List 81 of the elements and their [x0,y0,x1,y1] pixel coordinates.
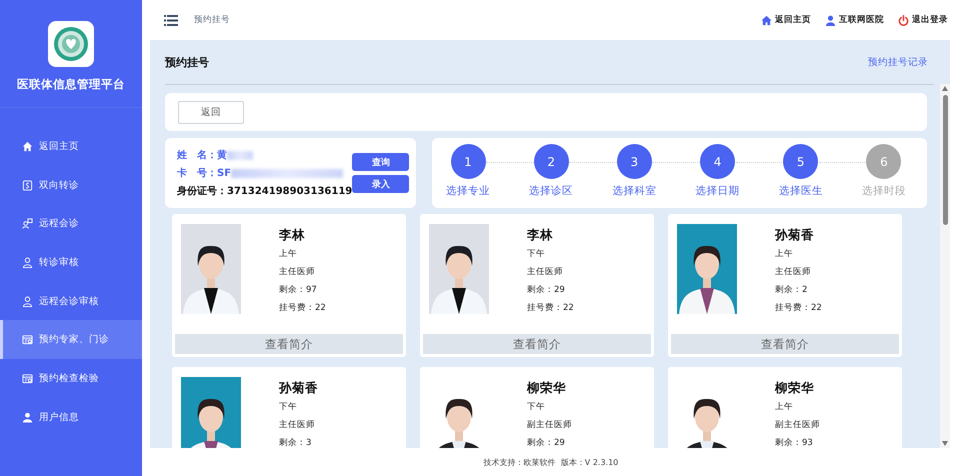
id-number: 371324198903136119 [227,186,352,196]
doctor-name: 孙菊香 [775,226,815,244]
header-link[interactable]: 互联网医院 [839,14,884,26]
doctor-title: 主任医师 [279,418,316,432]
field-label: 身份证号： [177,184,227,198]
breadcrumb: 预约挂号 [194,14,230,26]
doctor-name: 柳荣华 [527,379,567,397]
user-icon [825,14,836,26]
sidebar-item[interactable]: 转诊审核 [0,243,142,282]
app-title: 医联体信息管理平台 [17,77,125,92]
back-button[interactable]: 返回 [178,100,244,124]
enter-button[interactable]: 录入 [352,175,410,193]
sidebar-item[interactable]: 预约专家、门诊 [0,320,142,360]
menu-icon[interactable] [164,14,178,26]
remaining-text: 剩余：2 [775,284,808,297]
user-icon [22,296,33,307]
remaining-text: 剩余：29 [527,437,566,448]
calendar-icon [22,372,33,384]
redaction-blur [227,150,253,160]
step-label: 选择科室 [612,184,656,198]
step-label: 选择医生 [778,184,823,198]
scrollbar[interactable] [940,84,950,448]
step-circle[interactable]: 1 [450,144,486,179]
card-number: SF [217,168,232,178]
step-label: 选择时段 [862,184,906,198]
footer-text: 技术支持：欧莱软件 版本：V 2.3.10 [482,456,620,468]
session-text: 下午 [279,401,298,414]
view-profile-button[interactable]: 查看简介 [423,334,651,354]
user-icon [22,256,33,268]
sidebar-item[interactable]: 预约检查检验 [0,359,142,398]
view-profile-button[interactable]: 查看简介 [175,334,403,354]
home-icon [761,14,772,26]
doctor-title: 副主任医师 [775,418,820,432]
remaining-text: 剩余：97 [279,284,318,297]
calendar-icon [22,334,33,346]
step-label: 选择专业 [446,184,490,198]
doctor-name: 孙菊香 [279,379,318,397]
logo-icon [48,21,94,67]
view-profile-button[interactable]: 查看简介 [671,334,899,354]
session-text: 下午 [527,401,546,414]
record-link[interactable]: 预约挂号记录 [868,56,928,68]
step-label: 选择诊区 [529,184,574,198]
users-icon [22,218,33,230]
session-text: 上午 [775,248,794,261]
step-circle[interactable]: 4 [700,144,736,179]
doctor-name: 李林 [279,226,306,244]
remaining-text: 剩余：93 [775,437,814,448]
query-button[interactable]: 查询 [352,153,410,171]
doctor-title: 主任医师 [775,266,812,279]
remaining-text: 剩余：29 [527,284,566,297]
header-link[interactable]: 返回主页 [775,14,811,26]
sidebar-item[interactable]: 双向转诊 [0,166,142,204]
home-icon [22,140,33,152]
sidebar-item[interactable]: 远程会诊 [0,204,142,244]
page-title: 预约挂号 [165,54,209,70]
doctor-name: 柳荣华 [775,379,815,397]
sidebar-item[interactable]: 返回主页 [0,127,142,166]
step-circle[interactable]: 5 [783,144,818,179]
fee-text: 挂号费：22 [775,302,822,315]
session-text: 下午 [527,248,546,261]
field-label: 姓 名： [177,148,217,162]
doctor-name: 李林 [527,226,554,244]
document-icon [22,180,33,191]
session-text: 上午 [775,401,794,414]
fee-text: 挂号费：22 [527,302,574,315]
fee-text: 挂号费：22 [279,302,326,315]
step-circle[interactable]: 3 [616,144,652,179]
sidebar-item[interactable]: 远程会诊审核 [0,282,142,320]
doctor-title: 副主任医师 [527,418,572,432]
session-text: 上午 [279,248,298,261]
doctor-title: 主任医师 [279,266,316,279]
step-circle[interactable]: 2 [534,144,569,179]
user-icon [22,412,33,423]
header-link[interactable]: 退出登录 [912,14,948,26]
patient-name: 黄 [217,148,227,162]
remaining-text: 剩余：3 [279,437,312,448]
doctor-title: 主任医师 [527,266,564,279]
power-icon [898,14,909,26]
field-label: 卡 号： [177,166,217,180]
sidebar-item[interactable]: 用户信息 [0,398,142,436]
step-label: 选择日期 [696,184,740,198]
